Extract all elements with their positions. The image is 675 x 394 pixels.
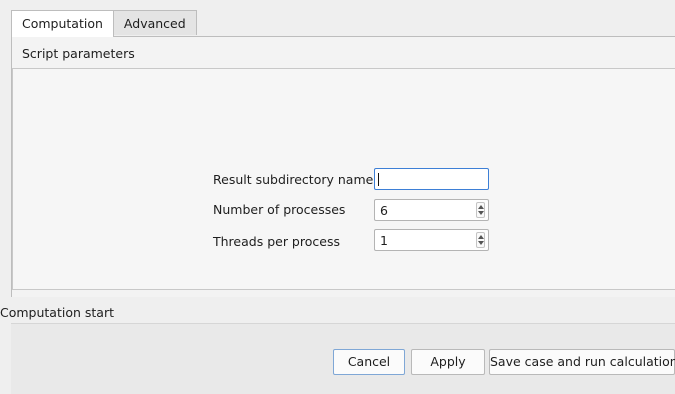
result-subdirectory-label: Result subdirectory name xyxy=(213,172,374,187)
apply-button[interactable]: Apply xyxy=(411,349,485,375)
chevron-up-icon[interactable] xyxy=(478,235,484,239)
threads-per-process-spinbox[interactable]: 1 xyxy=(374,229,489,251)
computation-dialog: Computation Advanced Script parameters R… xyxy=(0,0,675,394)
number-of-processes-label: Number of processes xyxy=(213,202,346,217)
computation-start-panel: Cancel Apply Save case and run calculati… xyxy=(11,323,675,394)
computation-tab-page: Script parameters Result subdirectory na… xyxy=(11,36,675,297)
spin-arrows-icon[interactable] xyxy=(476,202,485,218)
cancel-button[interactable]: Cancel xyxy=(333,349,405,375)
number-of-processes-spinbox[interactable]: 6 xyxy=(374,199,489,221)
tab-computation[interactable]: Computation xyxy=(11,10,114,37)
result-subdirectory-input[interactable] xyxy=(374,168,489,190)
text-cursor xyxy=(378,173,379,186)
tab-bar: Computation Advanced xyxy=(11,10,197,37)
tab-advanced[interactable]: Advanced xyxy=(113,10,197,35)
computation-start-title: Computation start xyxy=(0,305,115,320)
chevron-up-icon[interactable] xyxy=(478,205,484,209)
chevron-down-icon[interactable] xyxy=(478,241,484,245)
number-of-processes-value: 6 xyxy=(380,203,388,218)
threads-per-process-value: 1 xyxy=(380,233,388,248)
save-and-run-button[interactable]: Save case and run calculation xyxy=(489,349,675,375)
threads-per-process-label: Threads per process xyxy=(213,234,340,249)
script-parameters-group: Result subdirectory name Number of proce… xyxy=(12,68,675,290)
spin-arrows-icon[interactable] xyxy=(476,232,485,248)
script-parameters-title: Script parameters xyxy=(22,46,135,61)
chevron-down-icon[interactable] xyxy=(478,211,484,215)
